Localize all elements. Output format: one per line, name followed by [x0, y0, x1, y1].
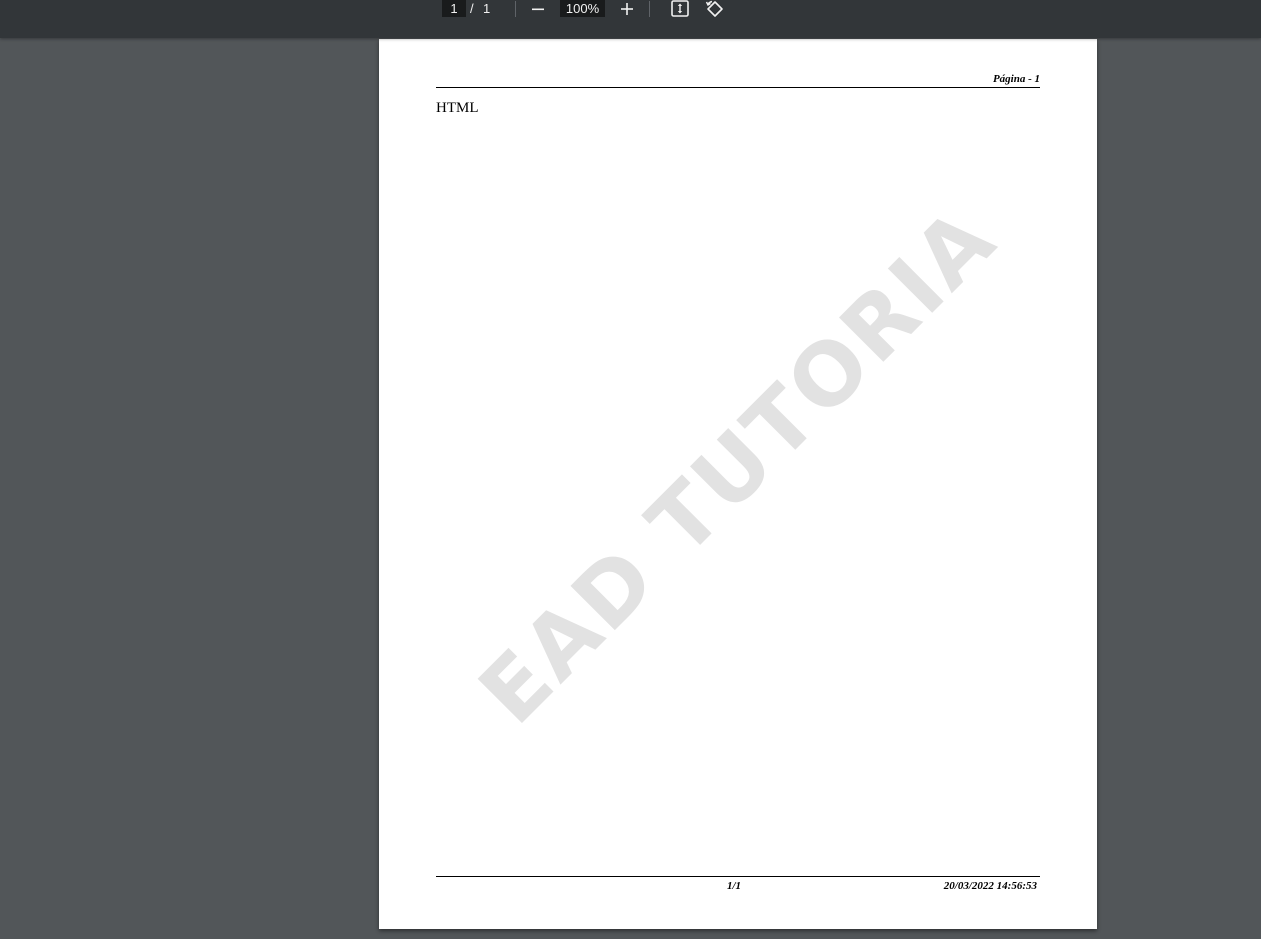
zoom-out-button[interactable] — [526, 0, 550, 19]
rotate-button[interactable] — [703, 0, 727, 19]
toolbar-divider — [515, 1, 516, 17]
footer-rule — [436, 876, 1040, 877]
toolbar-divider — [649, 1, 650, 17]
plus-icon — [621, 3, 633, 15]
zoom-input[interactable] — [560, 0, 605, 17]
header-page-number: Página - 1 — [992, 73, 1040, 85]
pdf-toolbar: / 1 — [0, 0, 1261, 38]
watermark-text: EAD TUTORIA — [460, 188, 1016, 744]
document-body-text: HTML — [436, 100, 479, 116]
minus-icon — [532, 8, 544, 11]
footer-page-count: 1/1 — [727, 880, 742, 892]
footer-datetime: 20/03/2022 14:56:53 — [943, 880, 1037, 892]
page-number-input[interactable] — [442, 0, 466, 17]
rotate-icon — [705, 0, 723, 17]
fit-page-icon — [671, 0, 689, 17]
zoom-in-button[interactable] — [615, 0, 639, 19]
pdf-page: Página - 1 HTML EAD TUTORIA 1/1 20/03/20… — [379, 39, 1097, 929]
page-total: 1 — [483, 1, 491, 16]
page-separator: / — [470, 1, 474, 16]
fit-page-button[interactable] — [668, 0, 692, 19]
pdf-viewer-area[interactable]: Página - 1 HTML EAD TUTORIA 1/1 20/03/20… — [0, 38, 1261, 939]
header-rule — [436, 87, 1040, 88]
